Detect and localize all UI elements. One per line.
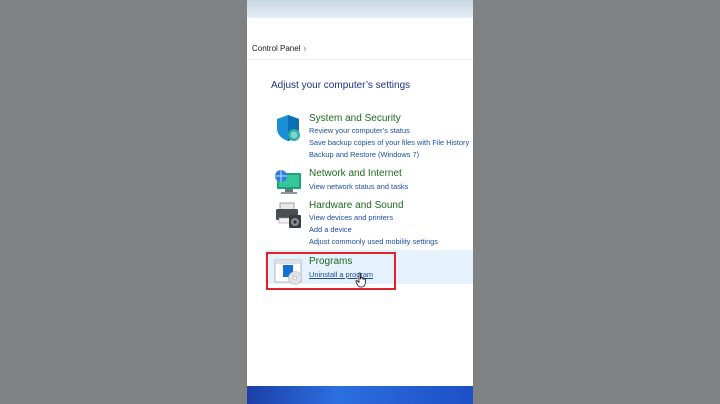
- category-title[interactable]: System and Security: [309, 113, 401, 124]
- category-title[interactable]: Network and Internet: [309, 168, 402, 179]
- category-title[interactable]: Hardware and Sound: [309, 200, 404, 211]
- shield-icon: [277, 115, 300, 141]
- link-file-history[interactable]: Save backup copies of your files with Fi…: [309, 138, 469, 147]
- control-panel-window: Control Panel › Adjust your computer’s se…: [247, 0, 473, 404]
- category-system-and-security: System and Security Review your computer…: [271, 113, 473, 161]
- category-hardware-and-sound: Hardware and Sound View devices and prin…: [271, 200, 473, 246]
- link-mobility-settings[interactable]: Adjust commonly used mobility settings: [309, 237, 438, 246]
- breadcrumb-separator-icon[interactable]: ›: [303, 44, 306, 53]
- link-backup-restore[interactable]: Backup and Restore (Windows 7): [309, 150, 419, 159]
- annotation-highlight-box: [266, 252, 396, 290]
- desktop-wallpaper-strip: [247, 386, 473, 404]
- link-add-device[interactable]: Add a device: [309, 225, 352, 234]
- category-network-and-internet: Network and Internet View network status…: [271, 168, 473, 196]
- left-backdrop: [0, 0, 247, 404]
- window-title-strip: [247, 0, 473, 18]
- page-heading: Adjust your computer’s settings: [271, 80, 411, 91]
- address-bar[interactable]: [247, 18, 473, 60]
- breadcrumb: Control Panel ›: [252, 44, 306, 53]
- breadcrumb-control-panel[interactable]: Control Panel: [252, 44, 300, 53]
- link-network-status[interactable]: View network status and tasks: [309, 182, 408, 191]
- right-backdrop: [473, 0, 720, 404]
- hand-cursor-icon: [355, 272, 366, 288]
- link-devices-printers[interactable]: View devices and printers: [309, 213, 393, 222]
- link-review-status[interactable]: Review your computer’s status: [309, 126, 410, 135]
- printer-icon: [276, 202, 301, 228]
- network-icon: [275, 170, 301, 194]
